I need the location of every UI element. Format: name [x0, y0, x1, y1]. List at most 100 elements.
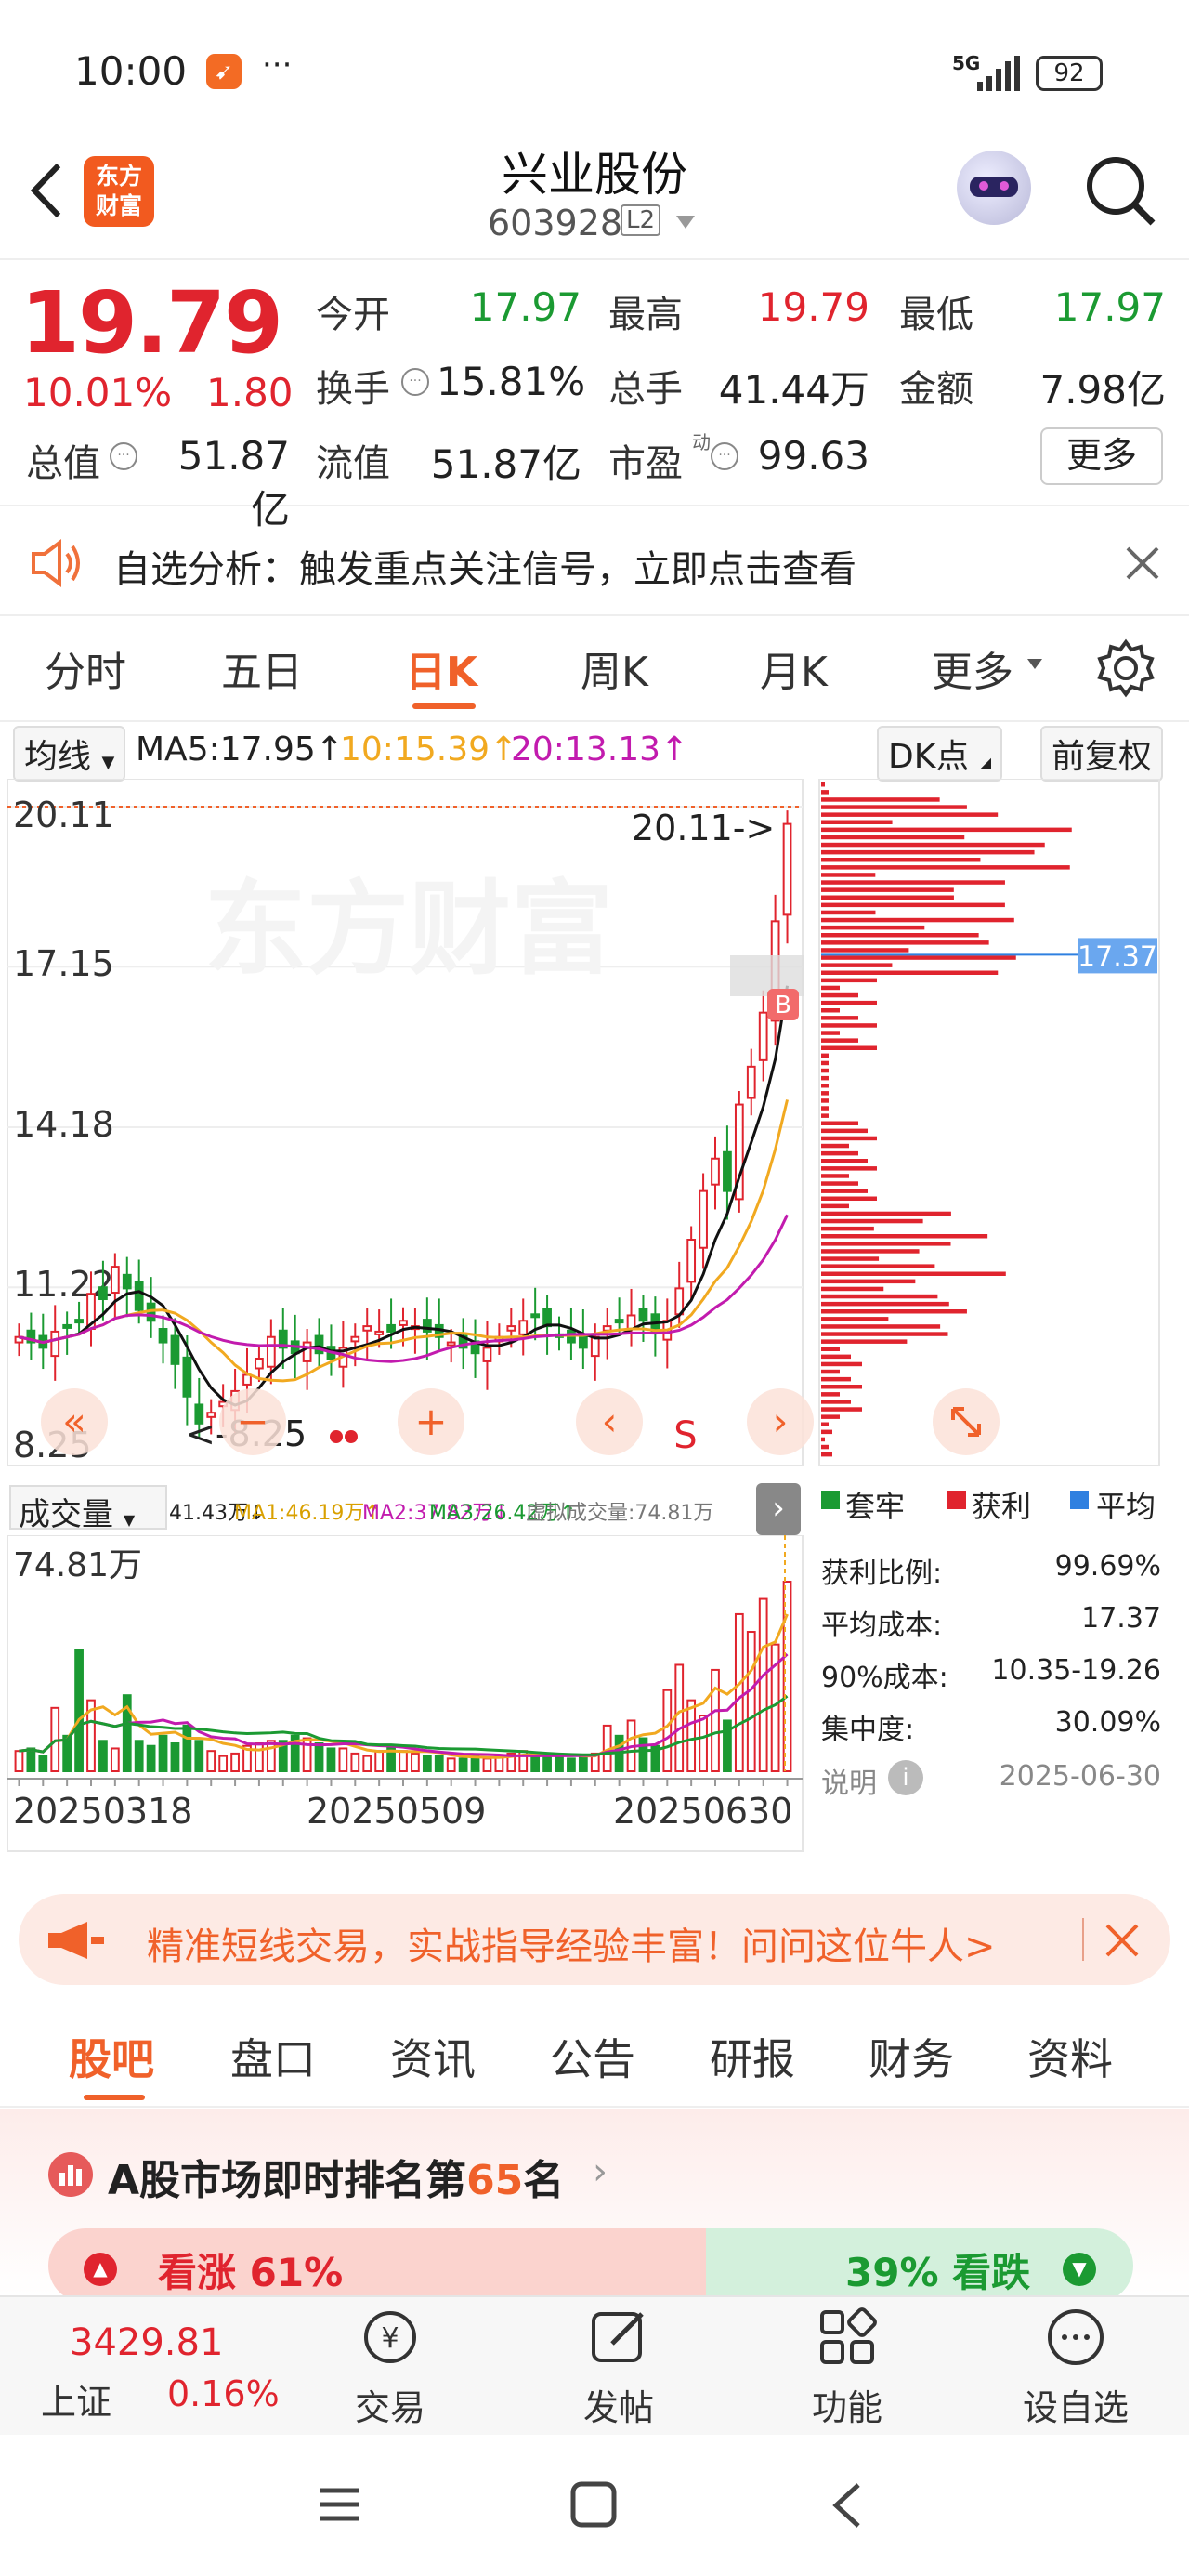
candle: [590, 1335, 600, 1358]
ma5-legend: MA5:17.95↑: [136, 730, 344, 769]
settings-gear-icon[interactable]: [1096, 638, 1156, 698]
zoom-out-icon[interactable]: −: [219, 1388, 286, 1455]
volume-selector[interactable]: 成交量 ▼: [9, 1485, 167, 1533]
chip-bar: [821, 895, 954, 900]
vol-ma3-line: [19, 1694, 789, 1756]
volume-bar: [194, 1740, 204, 1772]
label-total-hands: 总手: [608, 368, 683, 411]
control-button-glyph: +: [414, 1399, 447, 1444]
pe-info-icon[interactable]: ···: [711, 442, 738, 470]
tab-daily-k[interactable]: 日K: [405, 638, 477, 698]
robot-assistant-icon[interactable]: [957, 151, 1031, 225]
red-dot: [345, 1430, 358, 1443]
volume-bar: [446, 1757, 456, 1773]
level2-badge[interactable]: L2: [621, 204, 661, 236]
analysis-notice[interactable]: 自选分析：触发重点关注信号，立即点击查看: [0, 509, 1189, 616]
code-dropdown-icon[interactable]: [676, 216, 695, 229]
back-nav-icon[interactable]: [827, 2479, 868, 2531]
tab-order-book[interactable]: 盘口: [230, 2026, 316, 2087]
tab-intraday[interactable]: 分时: [45, 638, 126, 698]
candle: [302, 1341, 312, 1362]
zoom-in-icon[interactable]: +: [398, 1388, 464, 1455]
price-adjust-button[interactable]: 前复权: [1040, 726, 1164, 782]
value-low: 17.97: [1053, 284, 1166, 330]
tab-profile[interactable]: 资料: [1027, 2026, 1113, 2087]
chip-stat-value-0: 99.69%: [1054, 1550, 1161, 1583]
tab-news[interactable]: 资讯: [390, 2026, 476, 2087]
ma-selector[interactable]: 均线 ▼: [13, 726, 126, 782]
step-right-icon[interactable]: ›: [747, 1388, 814, 1455]
explain-label[interactable]: 说明: [821, 1760, 877, 1801]
chip-stat-value-2: 10.35-19.26: [991, 1654, 1161, 1687]
candle: [98, 1286, 108, 1301]
volume-chart[interactable]: 74.81万 20250318 20250509 20250630: [0, 1535, 817, 1870]
expand-right-icon[interactable]: ›: [756, 1483, 801, 1535]
home-icon[interactable]: [568, 2479, 619, 2530]
banner-close-icon[interactable]: [1104, 1922, 1141, 1959]
volume-bar: [411, 1752, 420, 1772]
more-quote-button[interactable]: 更多: [1040, 427, 1163, 485]
label-amount: 金额: [899, 368, 973, 411]
candle: [386, 1323, 396, 1333]
label-total-cap: 总值: [26, 442, 100, 485]
chip-bar: [821, 1407, 862, 1412]
tab-announcements[interactable]: 公告: [550, 2026, 635, 2087]
chip-bar: [821, 1150, 858, 1156]
chip-bar: [821, 1181, 858, 1186]
candlestick-chart[interactable]: 东方财富20.1117.1514.1811.228.2520.11-><-8.2…: [0, 779, 817, 1466]
bullish-bar[interactable]: ▲ 看涨 61%: [48, 2228, 717, 2303]
chip-bar: [821, 1324, 941, 1329]
watchlist-icon: [1048, 2309, 1104, 2365]
tab-finance[interactable]: 财务: [869, 2026, 954, 2087]
tab-guba[interactable]: 股吧: [69, 2026, 154, 2087]
fullscreen-icon[interactable]: [933, 1388, 1000, 1455]
chip-distribution-chart[interactable]: 17.37: [817, 779, 1189, 1466]
trade-button[interactable]: ¥ 交易: [307, 2307, 474, 2430]
scroll-left-fast-icon[interactable]: «: [41, 1388, 108, 1455]
candle: [518, 1320, 529, 1335]
chip-bar: [821, 1113, 829, 1118]
function-button[interactable]: 功能: [764, 2307, 931, 2430]
chip-stat-value-1: 17.37: [1081, 1602, 1161, 1635]
volume-bar: [782, 1581, 792, 1772]
market-rank-card[interactable]: A股市场即时排名第65名 › ▲ 看涨 61% 39% 看跌 ▼: [0, 2109, 1189, 2303]
volume-bar: [734, 1612, 744, 1773]
active-tab-indicator: [412, 703, 476, 709]
add-watchlist-button[interactable]: 设自选: [992, 2307, 1159, 2430]
tab-monthly-k[interactable]: 月K: [760, 638, 828, 698]
candle: [350, 1335, 360, 1343]
tab-weekly-k[interactable]: 周K: [581, 638, 648, 698]
chip-bar: [821, 1128, 868, 1134]
chip-bar: [821, 1174, 849, 1178]
tab-research[interactable]: 研报: [710, 2026, 795, 2087]
tab-five-day[interactable]: 五日: [221, 638, 303, 698]
back-icon[interactable]: [23, 158, 70, 223]
post-button[interactable]: 发帖: [535, 2307, 702, 2430]
label-pe: 市盈: [608, 442, 683, 485]
candle: [74, 1319, 84, 1324]
chip-date: 2025-06-30: [999, 1760, 1161, 1793]
turnover-info-icon[interactable]: ···: [401, 368, 429, 396]
candle: [50, 1330, 60, 1358]
total-cap-info-icon[interactable]: ···: [110, 442, 137, 470]
info-icon[interactable]: i: [888, 1760, 923, 1795]
more-tab-caret-icon[interactable]: [1027, 659, 1042, 669]
volume-bar: [158, 1734, 168, 1773]
close-icon[interactable]: [1124, 545, 1161, 582]
volume-bar: [638, 1737, 648, 1773]
promo-banner[interactable]: 精准短线交易，实战指导经验丰富！问问这位牛人>: [19, 1894, 1170, 1985]
step-left-icon[interactable]: ‹: [576, 1388, 643, 1455]
volume-bar: [170, 1742, 180, 1773]
menu-icon[interactable]: [316, 2481, 362, 2528]
sh-index-value[interactable]: 3429.81: [70, 2321, 223, 2364]
tab-more[interactable]: 更多: [932, 638, 1013, 698]
pe-dynamic-mark: 动: [692, 431, 711, 453]
control-button-glyph: ›: [773, 1399, 789, 1444]
chip-bar: [821, 865, 1070, 870]
date-label: 20250630: [613, 1791, 792, 1832]
bearish-bar[interactable]: 39% 看跌 ▼: [706, 2228, 1133, 2303]
app-logo[interactable]: 东方 财富: [84, 156, 154, 227]
search-icon[interactable]: [1082, 152, 1158, 229]
chip-bar: [821, 933, 979, 938]
dk-point-button[interactable]: DK点 ◢: [877, 726, 1003, 782]
